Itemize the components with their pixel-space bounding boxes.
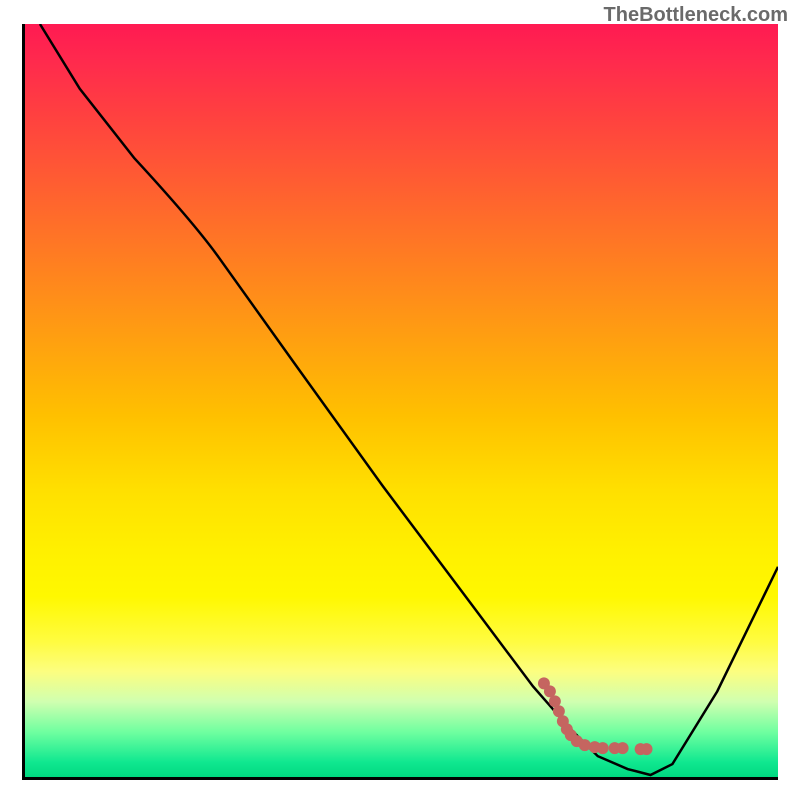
watermark-text: TheBottleneck.com xyxy=(604,4,788,27)
highlight-point xyxy=(579,739,591,751)
highlight-points-group xyxy=(538,677,653,755)
highlight-point xyxy=(597,742,609,754)
highlight-point xyxy=(617,742,629,754)
highlight-point xyxy=(641,743,653,755)
bottleneck-curve-line xyxy=(40,24,778,775)
plot-area xyxy=(22,24,778,780)
chart-svg xyxy=(25,24,778,777)
chart-container: TheBottleneck.com xyxy=(0,0,800,800)
